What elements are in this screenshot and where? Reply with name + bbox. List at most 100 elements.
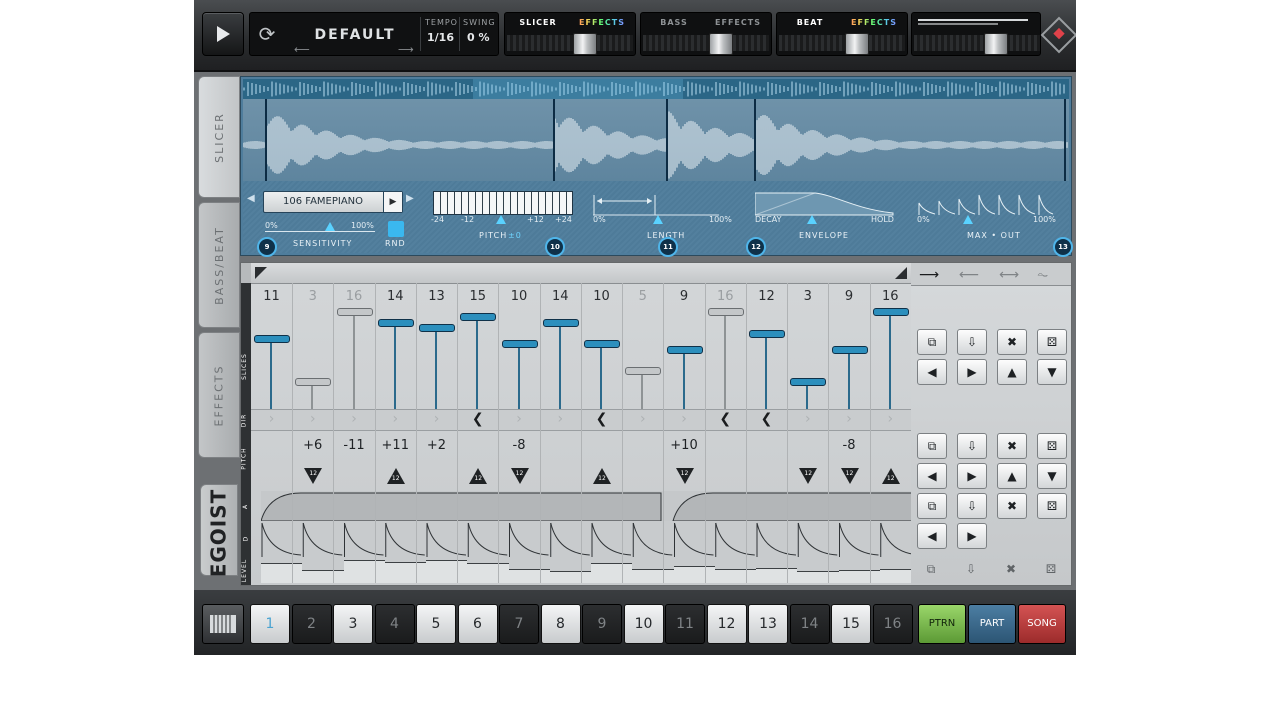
reverse-direction-icon[interactable]: ❮ (457, 411, 498, 427)
pitch-value[interactable]: -11 (334, 438, 375, 453)
slice-marker[interactable] (553, 99, 555, 191)
copy-icon[interactable]: ⧉ (917, 329, 947, 355)
tab-slicer-side[interactable]: SLICER (198, 76, 240, 198)
length-handle[interactable] (653, 215, 663, 224)
pattern-button[interactable]: 2 (291, 604, 332, 644)
sample-play-icon[interactable]: ▶ (383, 192, 402, 212)
pattern-button[interactable]: 16 (872, 604, 913, 644)
waveform-display[interactable] (243, 99, 1069, 191)
pattern-button[interactable]: 10 (623, 604, 664, 644)
forward-direction-icon[interactable]: › (664, 411, 705, 427)
paste-icon[interactable]: ⇩ (957, 329, 987, 355)
slice-handle[interactable] (501, 340, 538, 349)
slice-handle[interactable] (584, 340, 620, 349)
sensitivity-handle[interactable] (325, 222, 335, 231)
pattern-button[interactable]: 9 (582, 604, 622, 644)
pattern-button[interactable]: 14 (789, 604, 830, 644)
envelope-graph[interactable] (755, 189, 895, 217)
pattern-button[interactable]: 5 (416, 604, 456, 644)
tab-effects-side[interactable]: EFFECTS (198, 332, 240, 458)
loop-end-icon[interactable] (895, 267, 907, 279)
swing-value[interactable]: 0 % (467, 31, 490, 44)
waveform-overview[interactable] (243, 79, 1069, 99)
octave-down-icon[interactable]: 12 (840, 468, 859, 484)
pattern-button[interactable]: 6 (457, 604, 498, 644)
slice-bar[interactable] (558, 321, 561, 409)
copy-icon[interactable]: ⧉ (917, 493, 947, 519)
pitch-value[interactable]: -8 (499, 438, 540, 453)
octave-up-icon[interactable]: 12 (881, 468, 900, 484)
preset-prev-icon[interactable]: ⟵ (294, 43, 310, 56)
slice-bar[interactable] (765, 332, 767, 409)
reverse-direction-icon[interactable]: ❮ (705, 411, 746, 427)
octave-down-icon[interactable]: 12 (510, 468, 529, 484)
pitch-value[interactable]: +10 (664, 438, 705, 453)
slice-marker-label[interactable]: 9 (257, 237, 277, 257)
shift-up-icon[interactable]: ▲ (997, 463, 1027, 489)
tempo-value[interactable]: 1/16 (427, 31, 454, 44)
keyboard-button[interactable] (202, 604, 244, 644)
slice-handle[interactable] (790, 377, 827, 386)
forward-direction-icon[interactable]: › (829, 411, 870, 427)
octave-down-icon[interactable]: 12 (799, 468, 818, 484)
slice-bar[interactable] (888, 311, 891, 409)
pattern-button[interactable]: 1 (250, 604, 290, 644)
mode-song-button[interactable]: SONG (1018, 604, 1066, 644)
forward-direction-icon[interactable]: › (622, 411, 663, 427)
backward-arrow-icon[interactable]: ⟵ (959, 267, 979, 283)
sample-next-icon[interactable]: ▶ (406, 193, 414, 204)
forward-direction-icon[interactable]: › (787, 411, 828, 427)
slice-handle[interactable] (666, 345, 703, 354)
slice-marker-label[interactable]: 10 (545, 237, 565, 257)
mode-part-button[interactable]: PART (968, 604, 1016, 644)
slice-handle[interactable] (872, 308, 909, 316)
sample-selector[interactable]: 106 FAMEPIANO ▶ (263, 191, 403, 213)
forward-direction-icon[interactable]: › (334, 411, 375, 427)
pingpong-arrow-icon[interactable]: ⟷ (999, 267, 1019, 283)
tab-slicer[interactable]: SLICER (507, 15, 569, 31)
maxout-graph[interactable] (917, 189, 1057, 217)
beat-volume-knob[interactable] (845, 33, 869, 55)
sample-prev-icon[interactable]: ◀ (247, 193, 255, 204)
clear-icon[interactable]: ✖ (997, 557, 1025, 581)
shift-right-icon[interactable]: ▶ (957, 359, 987, 385)
pattern-button[interactable]: 8 (540, 604, 581, 644)
slice-bar[interactable] (476, 316, 479, 409)
reverse-direction-icon[interactable]: ❮ (581, 411, 622, 427)
slice-marker[interactable] (265, 99, 267, 191)
master-volume-knob[interactable] (984, 33, 1008, 55)
slice-bar[interactable] (682, 348, 685, 409)
pitch-handle[interactable] (496, 215, 506, 224)
slice-bar[interactable] (847, 348, 850, 409)
play-button[interactable] (202, 12, 244, 56)
beat-volume-track[interactable] (779, 35, 905, 51)
preset-selector[interactable]: ⟳ DEFAULT ⟵ ⟶ TEMPO 1/16 SWING 0 % (249, 12, 499, 56)
tab-bass[interactable]: BASS (643, 15, 705, 31)
tab-beat-effects[interactable]: EFFECTS (843, 15, 905, 31)
shift-up-icon[interactable]: ▲ (997, 359, 1027, 385)
randomize-icon[interactable]: ⚄ (1037, 433, 1067, 459)
slice-marker-label[interactable]: 11 (658, 237, 678, 257)
pattern-button[interactable]: 7 (499, 604, 539, 644)
slice-handle[interactable] (625, 367, 662, 376)
slice-marker[interactable] (754, 99, 756, 191)
slice-marker-label[interactable]: 13 (1053, 237, 1073, 257)
slice-handle[interactable] (749, 329, 785, 338)
copy-icon[interactable]: ⧉ (917, 557, 945, 581)
octave-down-icon[interactable]: 12 (304, 468, 323, 484)
pattern-button[interactable]: 12 (706, 604, 747, 644)
slice-handle[interactable] (460, 313, 497, 322)
forward-arrow-icon[interactable]: ⟶ (919, 267, 939, 283)
bass-volume-knob[interactable] (709, 33, 733, 55)
paste-icon[interactable]: ⇩ (957, 557, 985, 581)
loop-range-bar[interactable] (251, 263, 911, 284)
shift-right-icon[interactable]: ▶ (957, 523, 987, 549)
paste-icon[interactable]: ⇩ (957, 433, 987, 459)
octave-up-icon[interactable]: 12 (593, 468, 611, 484)
shift-left-icon[interactable]: ◀ (917, 463, 947, 489)
clear-icon[interactable]: ✖ (997, 329, 1027, 355)
shift-down-icon[interactable]: ▼ (1037, 359, 1067, 385)
pitch-value[interactable]: +11 (375, 438, 416, 453)
tab-beat[interactable]: BEAT (779, 15, 841, 31)
tab-bass-effects[interactable]: EFFECTS (707, 15, 769, 31)
